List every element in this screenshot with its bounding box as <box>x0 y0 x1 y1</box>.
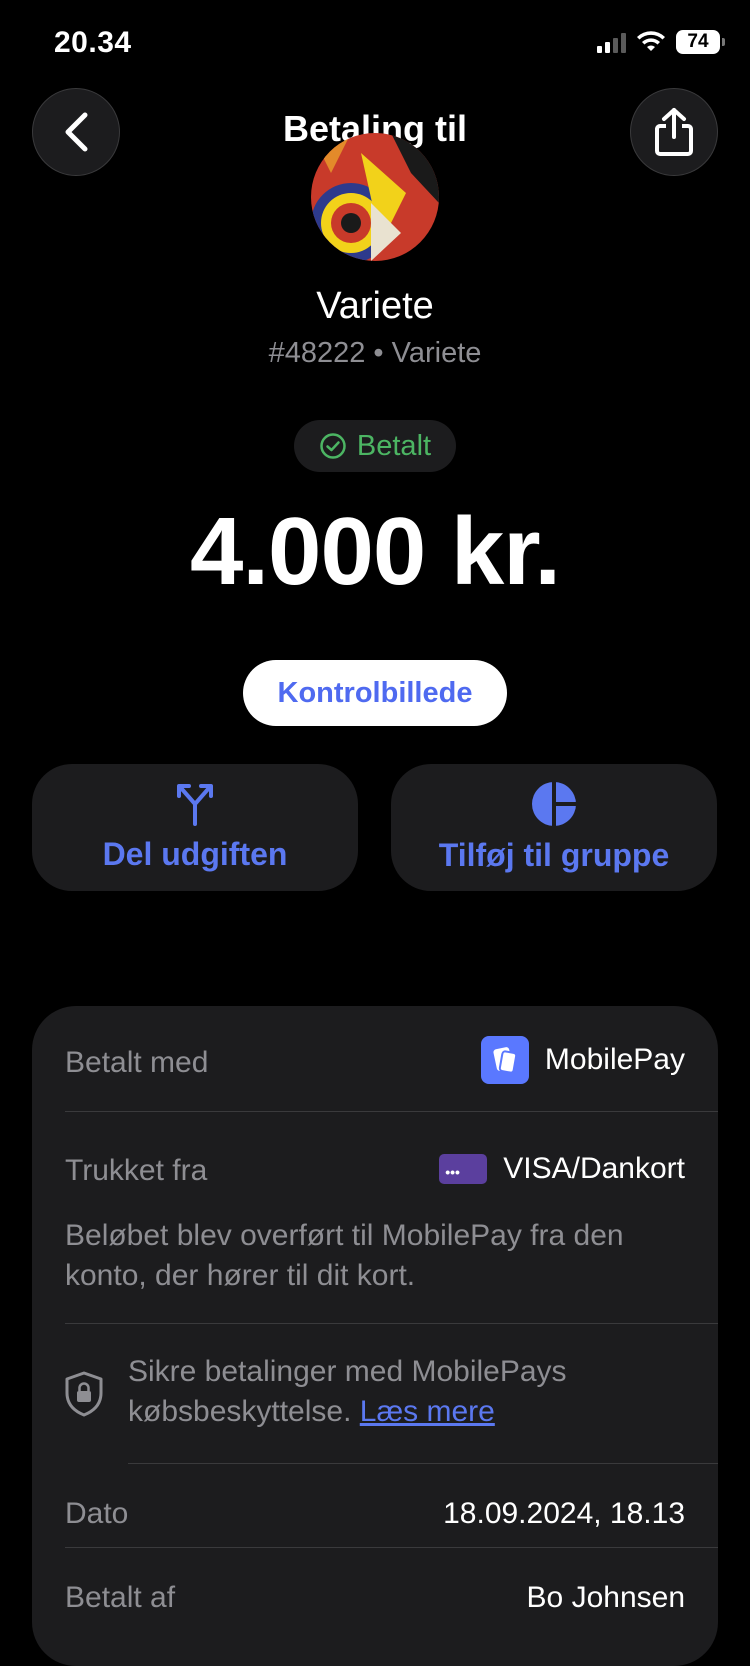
kontrolbillede-button[interactable]: Kontrolbillede <box>243 660 507 726</box>
read-more-link[interactable]: Læs mere <box>360 1395 495 1428</box>
status-time: 20.34 <box>54 26 132 59</box>
check-circle-icon <box>320 433 346 459</box>
share-icon <box>655 108 693 156</box>
paid-by-value: Bo Johnsen <box>526 1581 685 1614</box>
status-text: Betalt <box>356 429 432 462</box>
drawn-from-label: Trukket fra <box>65 1154 208 1187</box>
drawn-from-value-group: ••• VISA/Dankort <box>439 1152 685 1186</box>
payment-details-card: Betalt med MobilePay Trukket fra ••• VIS… <box>32 1006 718 1666</box>
add-to-group-button[interactable]: Tilføj til gruppe <box>391 764 717 891</box>
signal-icon <box>597 31 626 53</box>
payment-amount: 4.000 kr. <box>189 498 561 605</box>
battery-level: 74 <box>687 31 709 52</box>
divider <box>65 1547 718 1548</box>
status-badge: Betalt <box>294 420 456 472</box>
split-expense-button[interactable]: Del udgiften <box>32 764 358 891</box>
merchant-name: Variete <box>316 285 434 327</box>
divider <box>65 1323 718 1324</box>
paid-by-label: Betalt af <box>65 1581 176 1614</box>
shield-lock-icon <box>64 1371 104 1422</box>
divider <box>128 1463 718 1464</box>
protection-text-block: Sikre betalinger med MobilePays købsbesk… <box>128 1352 688 1432</box>
split-expense-label: Del udgiften <box>102 836 288 872</box>
battery-icon: 74 <box>676 30 725 54</box>
paid-with-value-group: MobilePay <box>480 1036 685 1084</box>
protection-text: Sikre betalinger med MobilePays købsbesk… <box>128 1355 567 1428</box>
transfer-note: Beløbet blev overført til MobilePay fra … <box>65 1219 624 1292</box>
merchant-avatar <box>311 133 439 261</box>
merchant-subtitle: #48222 • Variete <box>268 337 482 369</box>
paid-with-label: Betalt med <box>65 1046 209 1079</box>
mobilepay-icon <box>480 1036 529 1084</box>
drawn-from-value: VISA/Dankort <box>503 1152 685 1185</box>
share-button[interactable] <box>630 88 718 176</box>
date-label: Dato <box>65 1497 129 1530</box>
card-chip-dots: ••• <box>445 1164 460 1180</box>
date-value: 18.09.2024, 18.13 <box>443 1497 685 1530</box>
status-icons: 74 <box>597 30 725 54</box>
wifi-icon <box>637 31 665 51</box>
divider <box>65 1111 718 1112</box>
card-icon: ••• <box>439 1154 488 1184</box>
pie-chart-icon <box>532 782 576 826</box>
add-to-group-label: Tilføj til gruppe <box>438 837 670 873</box>
paid-with-value: MobilePay <box>544 1043 685 1076</box>
split-icon <box>177 784 213 826</box>
